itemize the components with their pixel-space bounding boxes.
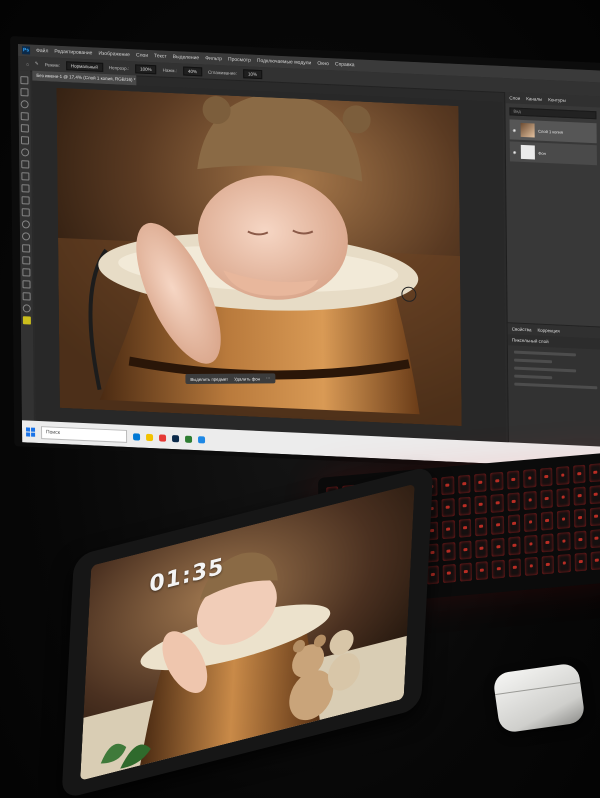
menu-item-filter[interactable]: Фильтр <box>205 56 222 63</box>
layer-name: Фон <box>538 150 546 156</box>
tab-properties[interactable]: Свойства <box>512 326 532 332</box>
hand-tool-icon[interactable] <box>22 292 31 301</box>
tablet-lock-screen[interactable]: 01:35 <box>80 483 415 781</box>
select-subject-button[interactable]: Выделить предмет <box>190 376 228 381</box>
menu-item-file[interactable]: Файл <box>36 48 48 55</box>
marquee-tool-icon[interactable] <box>20 88 29 97</box>
layer-filter-input[interactable]: Вид <box>509 107 597 120</box>
tablet-wallpaper <box>80 483 415 781</box>
shape-tool-icon[interactable] <box>22 280 31 289</box>
browser-icon[interactable] <box>159 433 167 442</box>
smoothing-label: Сглаживание: <box>207 69 238 76</box>
eraser-tool-icon[interactable] <box>21 196 30 205</box>
layer-row[interactable]: ◉ Слой 1 копия <box>509 119 597 144</box>
photoshop-logo-icon: Ps <box>22 46 31 55</box>
gradient-tool-icon[interactable] <box>21 208 30 217</box>
menu-item-select[interactable]: Выделение <box>173 54 200 61</box>
tab-channels[interactable]: Каналы <box>526 96 542 102</box>
property-field[interactable] <box>514 382 598 390</box>
clone-stamp-tool-icon[interactable] <box>21 172 30 181</box>
visibility-eye-icon[interactable]: ◉ <box>513 127 517 132</box>
tab-layers[interactable]: Слои <box>509 95 520 101</box>
taskbar-search-input[interactable]: Поиск <box>40 425 128 443</box>
menu-item-plugins[interactable]: Подключаемые модули <box>257 58 312 66</box>
tablet-device: 01:35 <box>61 464 434 798</box>
windows-start-button[interactable] <box>26 426 36 437</box>
foreground-color-swatch[interactable] <box>22 316 31 325</box>
pressure-label: Нажм.: <box>162 67 177 73</box>
mode-label: Режим: <box>44 61 60 68</box>
tab-adjustments[interactable]: Коррекция <box>537 328 559 334</box>
property-field[interactable] <box>514 374 553 380</box>
mode-select[interactable]: Нормальный <box>65 60 103 72</box>
brush-tool-icon[interactable] <box>21 160 30 169</box>
pressure-field[interactable]: 40% <box>182 65 203 76</box>
monitor-screen: Ps Файл Редактирование Изображение Слои … <box>18 44 600 469</box>
menu-item-view[interactable]: Просмотр <box>228 57 251 64</box>
type-tool-icon[interactable] <box>22 256 31 265</box>
healing-brush-tool-icon[interactable] <box>21 148 30 157</box>
visibility-eye-icon[interactable]: ◉ <box>513 149 517 154</box>
opacity-label: Непрозр.: <box>108 64 130 71</box>
earbuds-case <box>492 662 586 734</box>
brush-tool-icon[interactable]: ✎ <box>35 61 39 67</box>
more-options-icon[interactable]: ⋯ <box>266 375 270 381</box>
tab-paths[interactable]: Контуры <box>548 97 566 103</box>
zoom-tool-icon[interactable] <box>22 304 31 313</box>
layer-name: Слой 1 копия <box>538 128 563 135</box>
brush-cursor-icon <box>401 286 417 303</box>
property-field[interactable] <box>514 358 553 364</box>
layer-thumbnail <box>520 144 535 160</box>
property-field[interactable] <box>513 350 576 357</box>
pen-tool-icon[interactable] <box>22 244 31 253</box>
property-field[interactable] <box>514 366 576 373</box>
menu-item-text[interactable]: Текст <box>154 53 167 60</box>
ps-toolbar <box>18 70 34 421</box>
menu-item-window[interactable]: Окно <box>317 61 329 68</box>
crop-tool-icon[interactable] <box>20 124 29 133</box>
contextual-task-bar: Выделить предмет Удалить фон ⋯ <box>185 373 276 384</box>
move-tool-icon[interactable] <box>20 76 29 85</box>
properties-panel: Свойства Коррекция Пиксельный слой <box>507 322 600 447</box>
menu-item-edit[interactable]: Редактирование <box>54 49 92 57</box>
blur-tool-icon[interactable] <box>21 220 30 229</box>
panels-dock: Слои Каналы Контуры Вид ◉ Слой 1 копия ◉… <box>504 92 600 447</box>
menu-item-image[interactable]: Изображение <box>98 51 130 58</box>
home-icon[interactable]: ⌂ <box>26 61 29 66</box>
remove-background-button[interactable]: Удалить фон <box>234 376 260 381</box>
history-brush-tool-icon[interactable] <box>21 184 30 193</box>
task-view-icon[interactable] <box>133 432 141 441</box>
file-explorer-icon[interactable] <box>146 433 154 441</box>
telegram-icon[interactable] <box>198 435 206 444</box>
app-icon[interactable] <box>185 435 193 443</box>
eyedropper-tool-icon[interactable] <box>20 136 30 145</box>
opacity-field[interactable]: 100% <box>135 63 157 74</box>
canvas-area: Выделить предмет Удалить фон ⋯ <box>32 80 506 443</box>
photoshop-taskbar-icon[interactable] <box>172 434 180 442</box>
lasso-tool-icon[interactable] <box>20 100 29 109</box>
photo-scene: Ps Файл Редактирование Изображение Слои … <box>0 0 600 798</box>
path-select-tool-icon[interactable] <box>22 268 31 277</box>
layer-row[interactable]: ◉ Фон <box>509 141 597 166</box>
menu-item-help[interactable]: Справка <box>335 61 355 68</box>
layer-thumbnail <box>520 122 535 138</box>
dodge-tool-icon[interactable] <box>21 232 31 241</box>
quick-select-tool-icon[interactable] <box>20 112 29 121</box>
menu-item-layers[interactable]: Слои <box>136 52 148 59</box>
smoothing-field[interactable]: 10% <box>242 68 263 79</box>
